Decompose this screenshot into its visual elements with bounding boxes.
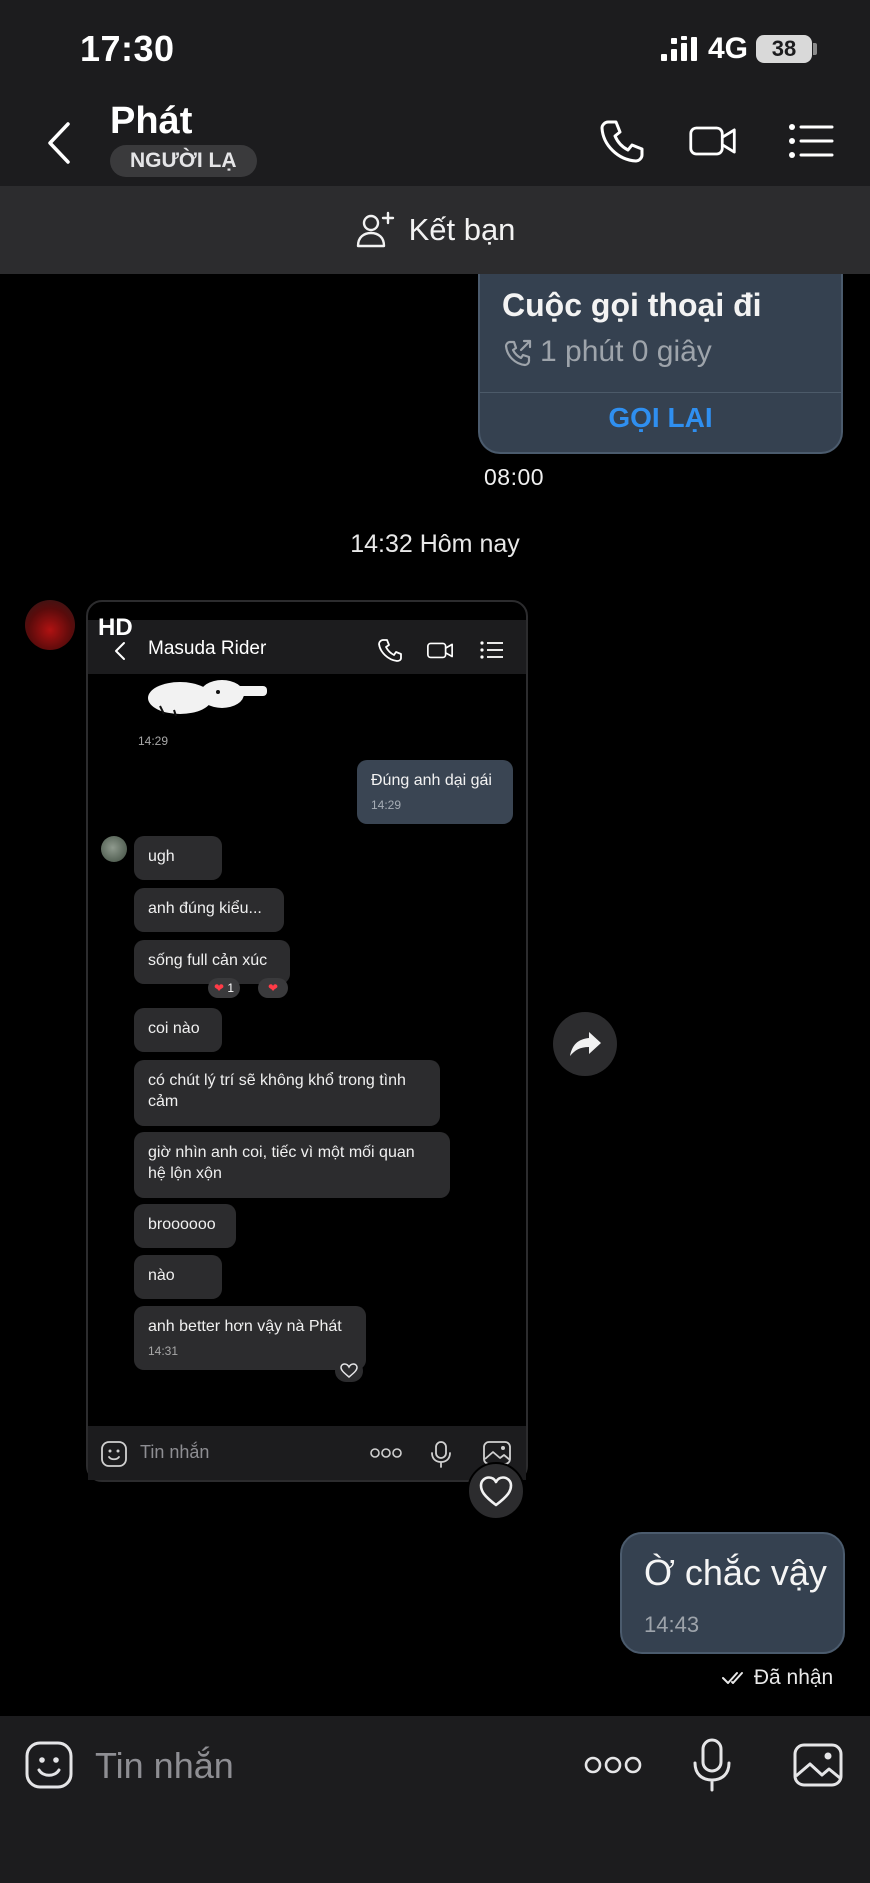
inner-bubble: có chút lý trí sẽ không khổ trong tình c… xyxy=(134,1060,440,1126)
sticker-emoji-icon[interactable] xyxy=(24,1740,74,1790)
inner-bubble: nào xyxy=(134,1255,222,1299)
more-options-icon[interactable] xyxy=(584,1750,642,1780)
divider xyxy=(480,392,841,393)
inner-menu-icon xyxy=(480,641,503,659)
delivery-status-text: Đã nhận xyxy=(753,1666,834,1689)
inner-bubble-time: 14:31 xyxy=(148,1344,179,1358)
inner-outgoing-time: 14:29 xyxy=(371,798,402,812)
date-separator: 14:32 Hôm nay xyxy=(350,530,520,558)
inner-contact-name: Masuda Rider xyxy=(148,638,267,659)
add-friend-label: Kết bạn xyxy=(408,212,516,247)
call-duration: 1 phút 0 giây xyxy=(540,335,712,368)
inner-bubble-text: coi nào xyxy=(148,1020,200,1037)
inner-like-icon xyxy=(335,1360,363,1382)
message-input[interactable] xyxy=(95,1744,555,1788)
double-check-icon xyxy=(722,1672,743,1684)
inner-video-icon xyxy=(427,642,453,659)
video-call-icon[interactable] xyxy=(688,116,738,166)
inner-bubble: broooooo xyxy=(134,1204,236,1248)
inner-avatar xyxy=(101,836,127,862)
inner-reaction: ❤ 1 xyxy=(208,978,241,998)
microphone-icon[interactable] xyxy=(692,1737,732,1793)
add-friend-icon xyxy=(356,211,394,248)
call-title: Cuộc gọi thoại đi xyxy=(502,287,762,323)
outgoing-message-text: Ờ chắc vậy xyxy=(644,1552,827,1593)
inner-bubble-text: có chút lý trí sẽ không khổ trong tình c… xyxy=(148,1072,406,1110)
message-time: 08:00 xyxy=(484,464,545,490)
inner-back-icon xyxy=(115,642,125,660)
inner-bubble-text: sống full cản xúc xyxy=(148,952,268,969)
back-icon[interactable] xyxy=(40,118,80,168)
share-arrow-icon xyxy=(570,1032,601,1056)
inner-bubble-text: anh đúng kiểu... xyxy=(148,900,262,917)
inner-outgoing-text: Đúng anh dại gái xyxy=(371,772,492,789)
phone-icon[interactable] xyxy=(596,116,646,166)
signal-icon xyxy=(661,36,697,61)
inner-emoji-icon xyxy=(101,1441,127,1467)
inner-mic-icon xyxy=(431,1441,451,1468)
inner-more-icon xyxy=(370,1448,402,1458)
forward-button[interactable] xyxy=(553,1012,617,1076)
inner-phone-icon xyxy=(378,639,402,662)
inner-bubble: giờ nhìn anh coi, tiếc vì một mối quan h… xyxy=(134,1132,450,1198)
inner-input-placeholder: Tin nhắn xyxy=(140,1442,210,1462)
call-back-button[interactable]: GỌI LẠI xyxy=(478,402,843,434)
outgoing-call-icon xyxy=(504,339,532,367)
inner-outgoing-bubble: Đúng anh dại gái 14:29 xyxy=(357,760,513,824)
status-time: 17:30 xyxy=(80,28,175,69)
composer-bar xyxy=(0,1716,870,1883)
stranger-badge: NGƯỜI LẠ xyxy=(110,145,257,177)
contact-name[interactable]: Phát xyxy=(110,100,192,143)
inner-bubble-text: ugh xyxy=(148,848,175,865)
like-button[interactable] xyxy=(467,1462,525,1520)
delivery-status: Đã nhận xyxy=(722,1666,833,1690)
heart-icon: ❤ xyxy=(214,981,225,995)
inner-bubble: ugh xyxy=(134,836,222,880)
sticker-image xyxy=(148,680,267,717)
inner-bubble: anh đúng kiểu... xyxy=(134,888,284,932)
menu-icon[interactable] xyxy=(786,116,836,166)
hd-badge: HD xyxy=(98,614,133,641)
inner-bubble-text: anh better hơn vậy nà Phát xyxy=(148,1318,342,1335)
add-friend-button[interactable]: Kết bạn xyxy=(0,186,870,274)
heart-outline-icon xyxy=(479,1476,513,1507)
heart-reaction-icon: ❤ xyxy=(258,978,288,998)
inner-bubble: anh better hơn vậy nà Phát 14:31 xyxy=(134,1306,366,1370)
reaction-count: 1 xyxy=(227,981,235,995)
gallery-icon[interactable] xyxy=(792,1742,844,1788)
inner-bubble: coi nào xyxy=(134,1008,222,1052)
battery-tip xyxy=(813,43,817,55)
inner-bubble-text: nào xyxy=(148,1267,175,1284)
outgoing-message-time: 14:43 xyxy=(644,1612,700,1637)
sender-avatar[interactable] xyxy=(25,600,75,650)
inner-bubble-text: broooooo xyxy=(148,1216,216,1233)
inner-time: 14:29 xyxy=(138,734,169,748)
inner-bubble-text: giờ nhìn anh coi, tiếc vì một mối quan h… xyxy=(148,1144,415,1182)
network-type: 4G xyxy=(708,32,749,65)
battery-icon: 38 xyxy=(756,35,812,63)
